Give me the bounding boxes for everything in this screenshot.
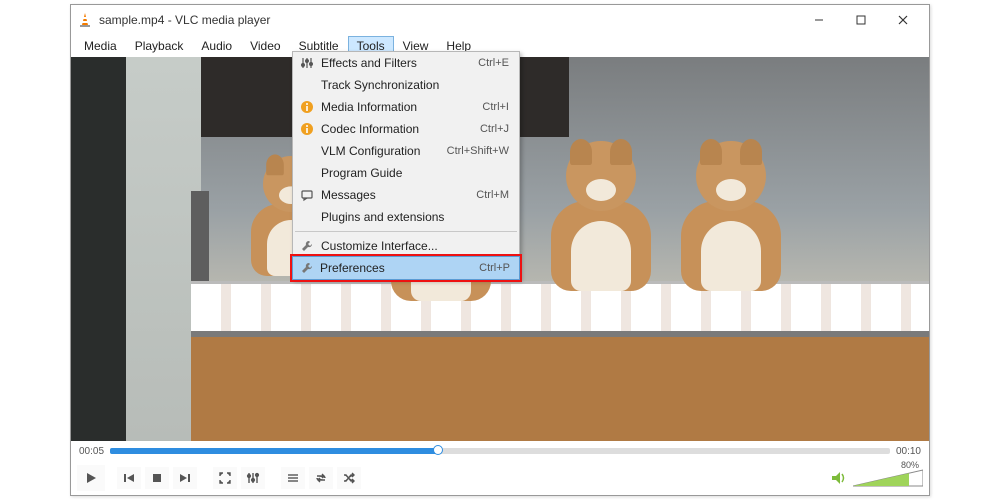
- menu-item-media-information[interactable]: Media Information Ctrl+I: [293, 96, 519, 118]
- menu-item-track-synchronization[interactable]: Track Synchronization: [293, 74, 519, 96]
- blank-icon: [299, 165, 315, 181]
- menu-item-label: Codec Information: [321, 122, 419, 136]
- stop-button[interactable]: [145, 467, 169, 489]
- blank-icon: [299, 209, 315, 225]
- volume-control[interactable]: 80%: [831, 468, 923, 488]
- menu-item-shortcut: Ctrl+I: [482, 101, 509, 113]
- close-button[interactable]: [883, 8, 923, 32]
- menu-item-label: Track Synchronization: [321, 78, 439, 92]
- sliders-icon: [299, 55, 315, 71]
- menu-item-audio[interactable]: Audio: [192, 36, 241, 56]
- menu-item-media[interactable]: Media: [75, 36, 126, 56]
- volume-percent: 80%: [901, 460, 919, 470]
- info-icon: [299, 121, 315, 137]
- tools-menu-dropdown: Effects and Filters Ctrl+E Track Synchroni…: [292, 51, 520, 280]
- menu-item-program-guide[interactable]: Program Guide: [293, 162, 519, 184]
- info-icon: [299, 99, 315, 115]
- time-elapsed: 00:05: [79, 446, 104, 457]
- blank-icon: [299, 143, 315, 159]
- time-remaining: 00:10: [896, 446, 921, 457]
- menu-item-plugins-and-extensions[interactable]: Plugins and extensions: [293, 206, 519, 228]
- volume-slider[interactable]: 80%: [853, 468, 923, 488]
- menu-item-vlm-configuration[interactable]: VLM Configuration Ctrl+Shift+W: [293, 140, 519, 162]
- titlebar: sample.mp4 - VLC media player: [71, 5, 929, 35]
- controls-bar: 80%: [71, 461, 929, 495]
- minimize-button[interactable]: [799, 8, 839, 32]
- menu-item-label: Media Information: [321, 100, 417, 114]
- seek-row: 00:05 00:10: [71, 441, 929, 461]
- menu-item-shortcut: Ctrl+J: [480, 123, 509, 135]
- menu-item-codec-information[interactable]: Codec Information Ctrl+J: [293, 118, 519, 140]
- blank-icon: [299, 77, 315, 93]
- menu-item-label: VLM Configuration: [321, 144, 420, 158]
- menu-item-customize-interface[interactable]: Customize Interface...: [293, 235, 519, 257]
- menu-item-messages[interactable]: Messages Ctrl+M: [293, 184, 519, 206]
- playlist-button[interactable]: [281, 467, 305, 489]
- extended-settings-button[interactable]: [241, 467, 265, 489]
- menu-item-effects-and-filters[interactable]: Effects and Filters Ctrl+E: [293, 52, 519, 74]
- fullscreen-button[interactable]: [213, 467, 237, 489]
- menu-item-label: Customize Interface...: [321, 239, 438, 253]
- menu-item-shortcut: Ctrl+E: [478, 57, 509, 69]
- menu-item-shortcut: Ctrl+Shift+W: [447, 145, 509, 157]
- menu-item-label: Messages: [321, 188, 376, 202]
- next-button[interactable]: [173, 467, 197, 489]
- play-button[interactable]: [77, 465, 105, 491]
- menu-item-preferences[interactable]: Preferences Ctrl+P: [292, 256, 520, 280]
- maximize-button[interactable]: [841, 8, 881, 32]
- window-title: sample.mp4 - VLC media player: [99, 13, 799, 27]
- speaker-icon: [831, 470, 849, 486]
- menu-item-label: Plugins and extensions: [321, 210, 444, 224]
- menu-item-video[interactable]: Video: [241, 36, 289, 56]
- menu-item-shortcut: Ctrl+P: [479, 262, 510, 274]
- menu-item-label: Program Guide: [321, 166, 402, 180]
- wrench-icon: [299, 260, 315, 276]
- msg-icon: [299, 187, 315, 203]
- shuffle-button[interactable]: [337, 467, 361, 489]
- loop-button[interactable]: [309, 467, 333, 489]
- menu-item-shortcut: Ctrl+M: [476, 189, 509, 201]
- puppy-icon: [541, 141, 661, 291]
- menu-item-label: Preferences: [320, 261, 385, 275]
- menu-item-label: Effects and Filters: [321, 56, 417, 70]
- vlc-cone-icon: [77, 12, 93, 28]
- puppy-icon: [671, 141, 791, 291]
- previous-button[interactable]: [117, 467, 141, 489]
- wrench-icon: [299, 238, 315, 254]
- menu-item-playback[interactable]: Playback: [126, 36, 193, 56]
- seek-bar[interactable]: [110, 448, 890, 454]
